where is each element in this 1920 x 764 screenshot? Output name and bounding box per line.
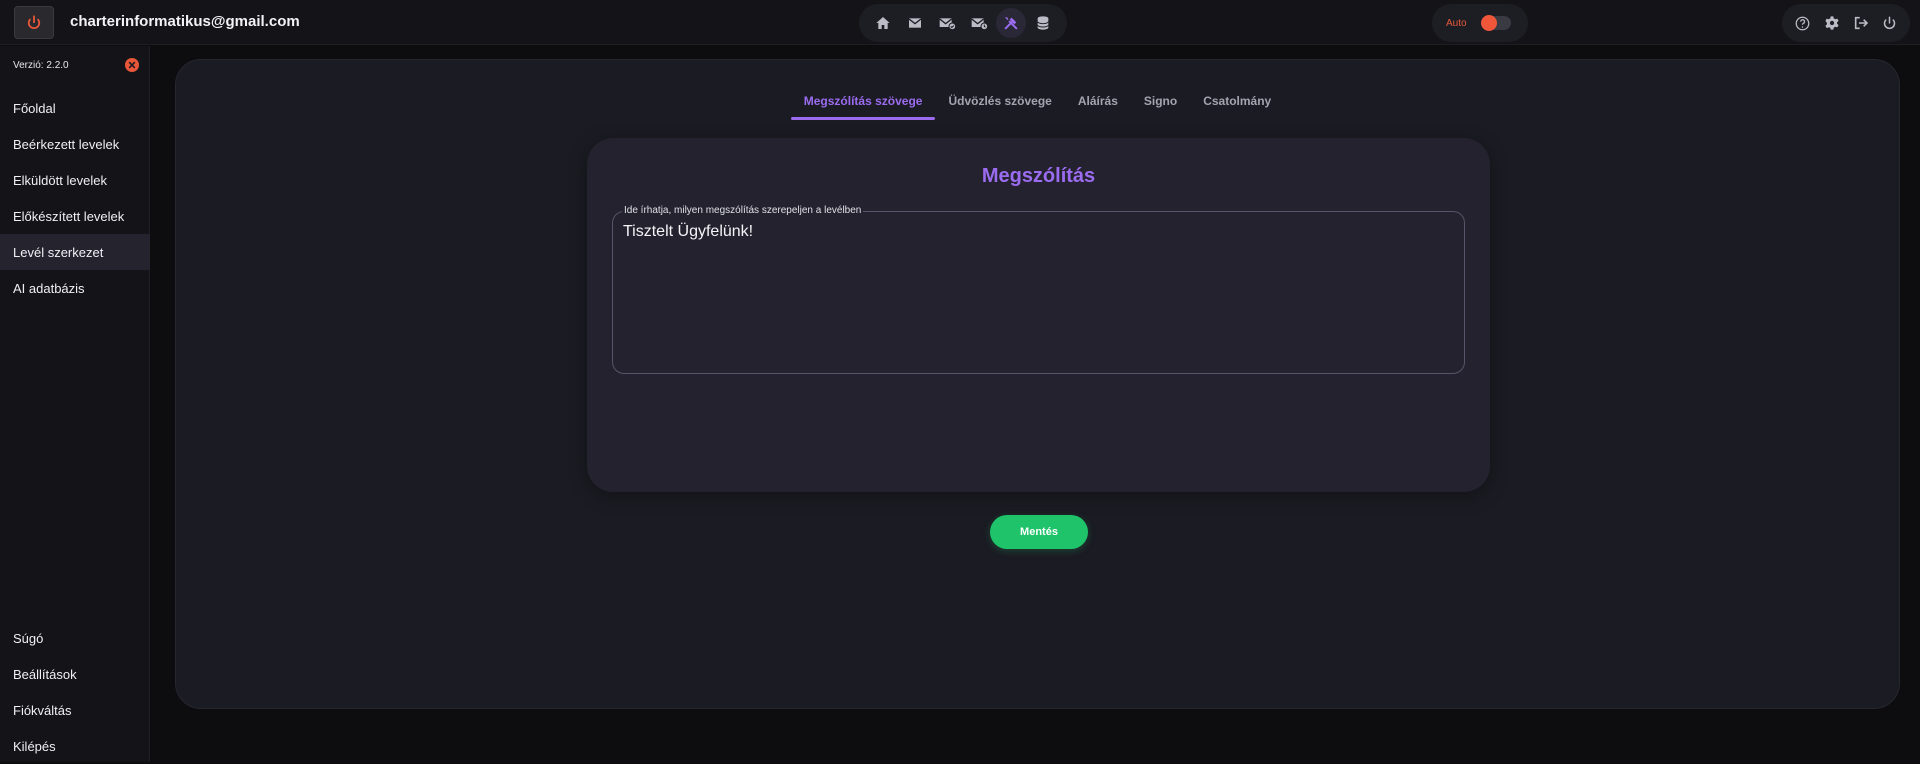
card-title: Megszólítás [981,165,1096,187]
sidebar-item-logout[interactable]: Kilépés [0,728,150,764]
power-logo-icon [27,14,41,29]
salutation-card: Megszólítás Ide írhatja, milyen megszólí… [587,138,1490,492]
theme-toggle[interactable] [1480,15,1511,31]
sidebar-item-sent[interactable]: Elküldött levelek [0,162,150,198]
tab-attachment[interactable]: Csatolmány [1190,94,1284,120]
sidebar-item-help[interactable]: Súgó [0,620,150,656]
mail-icon[interactable] [900,8,930,38]
tab-salutation[interactable]: Megszólítás szövege [790,94,936,120]
sidebar-item-letter-structure[interactable]: Levél szerkezet [0,234,150,270]
tab-signature[interactable]: Aláírás [1065,94,1131,120]
field-label: Ide írhatja, milyen megszólítás szerepel… [622,205,864,216]
mail-clock-icon[interactable] [964,8,994,38]
save-button[interactable]: Mentés [990,515,1088,549]
tab-signo[interactable]: Signo [1131,94,1190,120]
top-bar: charterinformatikus@gmail.com Auto [0,0,1920,45]
utility-nav [1782,4,1910,42]
sidebar-item-home[interactable]: Főoldal [0,90,150,126]
field-value[interactable]: Tisztelt Ügyfelünk! [623,223,753,241]
sidebar: Verzió: 2.2.0 Főoldal Beérkezett levelek… [0,46,150,762]
mail-check-icon[interactable] [932,8,962,38]
home-icon[interactable] [868,8,898,38]
sidebar-item-settings[interactable]: Beállítások [0,656,150,692]
version-label: Verzió: 2.2.0 [13,60,69,71]
account-email: charterinformatikus@gmail.com [70,13,300,30]
gear-icon[interactable] [1821,12,1843,34]
sidebar-item-ai-database[interactable]: AI adatbázis [0,270,150,306]
tab-bar: Megszólítás szövege Üdvözlés szövege Alá… [176,94,1899,120]
main-nav [859,4,1067,42]
salutation-textarea[interactable]: Ide írhatja, milyen megszólítás szerepel… [612,205,1465,374]
logout-icon[interactable] [1850,12,1872,34]
help-icon[interactable] [1792,12,1814,34]
tab-greeting[interactable]: Üdvözlés szövege [935,94,1064,120]
close-sidebar-button[interactable] [125,58,139,72]
toggle-knob [1480,15,1497,31]
sidebar-item-inbox[interactable]: Beérkezett levelek [0,126,150,162]
app-logo[interactable] [14,6,54,39]
theme-mode-label: Auto [1446,17,1467,29]
database-icon[interactable] [1028,8,1058,38]
sidebar-item-switch-account[interactable]: Fiókváltás [0,692,150,728]
sidebar-item-drafts[interactable]: Előkészített levelek [0,198,150,234]
tools-icon[interactable] [996,8,1026,38]
main-panel: Megszólítás szövege Üdvözlés szövege Alá… [175,59,1900,709]
close-icon [128,61,136,69]
power-icon[interactable] [1879,12,1901,34]
theme-switcher: Auto [1432,4,1528,42]
